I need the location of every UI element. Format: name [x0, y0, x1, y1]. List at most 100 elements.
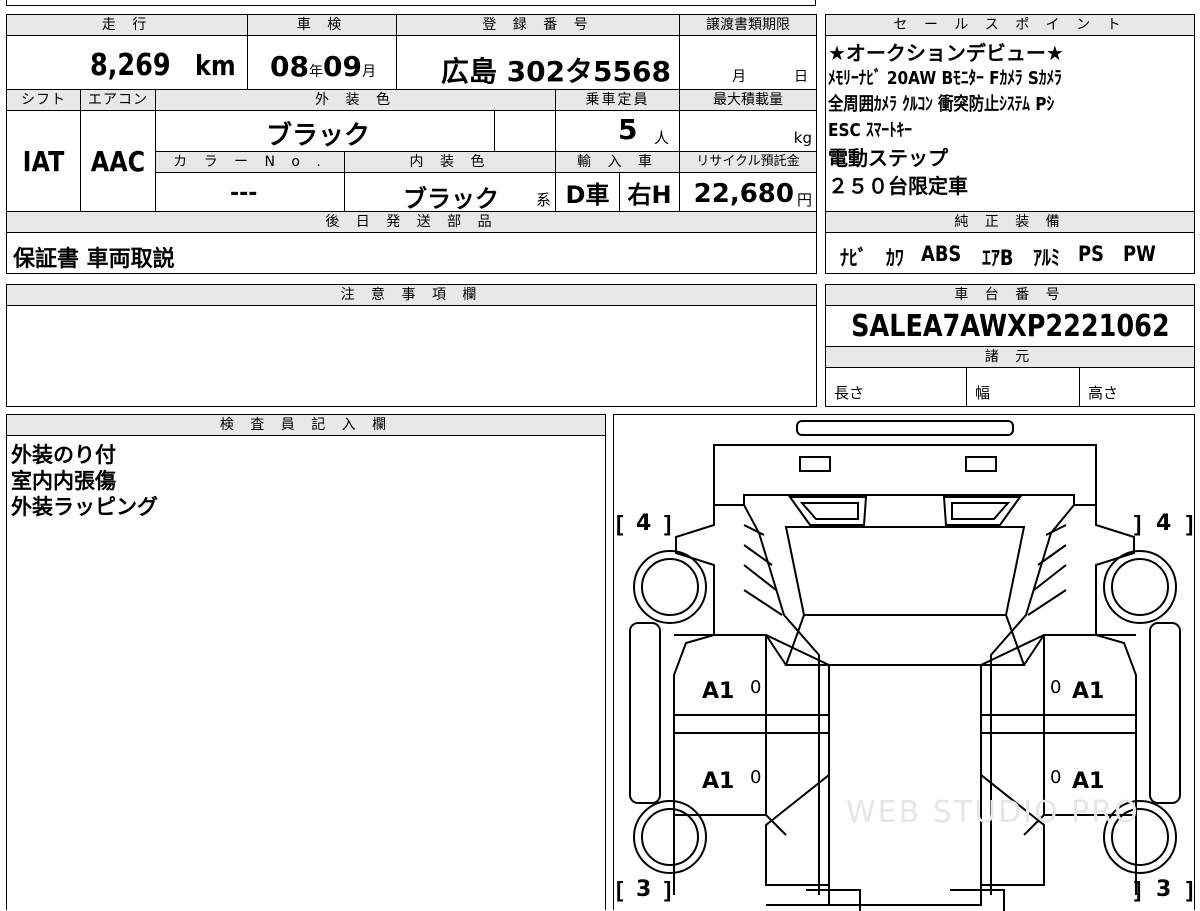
hood-shape: [713, 444, 1097, 506]
inspection-year: 08: [270, 50, 309, 83]
exterior-color-cell: ブラック: [155, 110, 495, 152]
specs-header: 諸 元: [825, 346, 1195, 368]
left-grille-inner-shape: [799, 502, 859, 520]
import-type-cell: D車: [555, 172, 620, 212]
inspection-header: 車 検: [247, 14, 397, 36]
tire-bracket-fl-open: [: [616, 511, 624, 536]
import-header: 輸 入 車: [555, 151, 680, 173]
damage-zero-left-rear: 0: [750, 767, 762, 788]
exterior-color-header: 外 装 色: [155, 89, 556, 111]
length-label: 長さ: [834, 384, 865, 402]
damage-mark-right-front: A1: [1072, 679, 1105, 704]
height-label: 高さ: [1088, 384, 1119, 402]
aircon-header: エアコン: [80, 89, 156, 111]
tire-bracket-rl-open: [: [616, 877, 624, 902]
sales-point-line-1: ★オークションデビュー★: [828, 41, 1064, 65]
inspector-line-3: 外装ラッピング: [11, 495, 158, 519]
month-unit: 月: [361, 64, 376, 80]
aircon-cell: AAC: [80, 110, 156, 212]
left-front-wheel-inner: [641, 558, 699, 616]
left-rear-wheel-inner: [641, 808, 699, 866]
notes-cell: [6, 305, 817, 407]
equipment-item-abs: ABS: [920, 242, 961, 266]
color-no-value: ---: [230, 181, 258, 206]
max-load-cell: kg: [679, 110, 817, 152]
mileage-value: 8,269: [89, 48, 171, 83]
transfer-day-unit: 日: [794, 69, 808, 85]
tire-bracket-rr-close: ]: [1186, 877, 1193, 902]
exterior-color-value: ブラック: [266, 121, 371, 151]
inspector-line-1: 外装のり付: [11, 443, 116, 467]
inspection-cell: 08年09月: [247, 35, 397, 90]
top-cutoff-strip: [0, 0, 1200, 8]
equipment-item-leather: ｶﾜ: [885, 246, 904, 270]
left-headlight-shape: [799, 456, 831, 472]
interior-color-cell: ブラック 系: [344, 172, 556, 213]
tire-bracket-rr-open: ]: [1134, 877, 1141, 902]
tire-bracket-fl-close: ]: [664, 511, 671, 536]
length-cell: 長さ: [825, 367, 967, 407]
front-bumper-shape: [796, 420, 1014, 436]
left-pillar-ribs: [743, 524, 783, 616]
transfer-month-unit: 月: [732, 69, 746, 85]
max-load-unit: kg: [793, 129, 812, 147]
width-cell: 幅: [966, 367, 1080, 407]
registration-header: 登 録 番 号: [396, 14, 680, 36]
sales-point-line-4: ESC ｽﾏｰﾄｷｰ: [828, 120, 912, 141]
right-grille-inner-shape: [951, 502, 1011, 520]
left-front-wheel-outer: [633, 550, 707, 624]
equipment-item-alloy: ｱﾙﾐ: [1032, 246, 1060, 270]
right-pillar-ribs: [1027, 524, 1067, 616]
left-grille-shape: [788, 496, 868, 526]
car-diagram-svg: [ ] ] ] [ ] ] ]: [616, 420, 1193, 911]
mileage-header: 走 行: [6, 14, 248, 36]
recycle-header: リサイクル預託金: [679, 151, 817, 173]
mileage-unit: km: [195, 49, 236, 82]
equipment-item-airbag: ｴｱB: [981, 246, 1014, 270]
recycle-cell: 22,680 円: [679, 172, 817, 212]
car-diagram-panel: [ ] ] ] [ ] ] ] 4 4 3 3 A1 0 A1 0 A1 0 A…: [613, 414, 1195, 911]
year-unit: 年: [308, 64, 323, 80]
left-door-edges: [674, 634, 787, 836]
interior-color-header: 内 装 色: [344, 151, 556, 173]
inspector-header: 検 査 員 記 入 欄: [6, 414, 606, 436]
recycle-unit: 円: [796, 191, 812, 209]
inspector-cell: 外装のり付 室内内張傷 外装ラッピング: [6, 435, 606, 910]
tire-rear-left: 3: [636, 877, 652, 902]
right-headlight-shape: [965, 456, 997, 472]
damage-mark-right-rear: A1: [1072, 769, 1105, 794]
width-label: 幅: [975, 384, 991, 402]
sales-point-line-5: 電動ステップ: [828, 146, 948, 170]
max-load-header: 最大積載量: [679, 89, 817, 111]
tire-bracket-fr-open: ]: [1134, 511, 1141, 536]
left-side-panel: [629, 622, 661, 804]
roof-shape: [828, 664, 982, 906]
capacity-unit: 人: [653, 129, 669, 147]
rear-bumper-shape: [806, 889, 1005, 911]
import-handle-cell: 右H: [619, 172, 680, 212]
later-parts-header: 後 日 発 送 部 品: [6, 211, 817, 233]
chassis-number: SALEA7AWXP2221062: [850, 308, 1170, 344]
damage-zero-right-front: 0: [1050, 677, 1062, 698]
right-front-wheel-outer: [1103, 550, 1177, 624]
transfer-deadline-cell: 月 日: [679, 35, 817, 90]
damage-mark-left-front: A1: [702, 679, 735, 704]
inspection-month: 09: [322, 50, 362, 83]
damage-zero-left-front: 0: [750, 677, 762, 698]
import-type-value: D車: [565, 180, 610, 209]
transfer-deadline-header: 譲渡書類期限: [679, 14, 817, 36]
later-parts-cell: 保証書 車両取説: [6, 232, 817, 274]
import-handle-value: 右H: [627, 180, 672, 209]
interior-color-value: ブラック: [403, 185, 499, 213]
right-front-wheel-inner: [1111, 558, 1169, 616]
right-side-panel: [1149, 622, 1181, 804]
capacity-cell: 5 人: [555, 110, 680, 152]
tire-rear-right: 3: [1156, 877, 1172, 902]
sales-point-line-6: ２５０台限定車: [828, 174, 968, 198]
tire-front-left: 4: [636, 511, 652, 536]
exterior-color-extra-cell: [494, 110, 556, 152]
equipment-item-pw: PW: [1122, 242, 1156, 266]
registration-cell: 広島 302タ5568: [396, 35, 680, 90]
sales-point-line-3: 全周囲ｶﾒﾗ ｸﾙｺﾝ 衝突防止ｼｽﾃﾑ Pｼ: [828, 94, 1055, 115]
shift-cell: IAT: [6, 110, 81, 212]
